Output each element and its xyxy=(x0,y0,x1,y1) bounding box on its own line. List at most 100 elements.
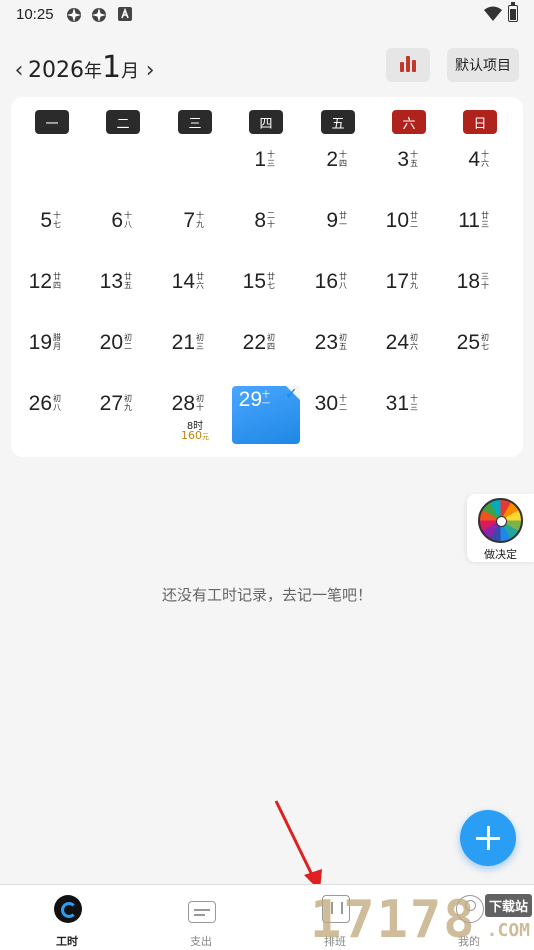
calendar-day[interactable]: 4 十六 xyxy=(450,146,510,198)
day-number: 3 xyxy=(397,148,409,171)
check-icon: ✓ xyxy=(284,384,298,403)
calendar-day[interactable]: 27 初九 xyxy=(93,390,153,442)
decide-label: 做决定 xyxy=(484,548,517,561)
lunar-date: 十二 xyxy=(339,394,347,412)
day-number: 1 xyxy=(254,148,266,171)
lunar-date: 廿五 xyxy=(124,272,132,290)
day-number: 24 xyxy=(385,331,409,354)
month-label[interactable]: 1 xyxy=(102,50,121,85)
calendar-day[interactable]: 18 三十 xyxy=(450,268,510,320)
calendar-day[interactable]: 16 廿八 xyxy=(308,268,368,320)
day-number: 14 xyxy=(171,270,195,293)
month-navigator: ‹ 2026 年 1 月 › xyxy=(12,50,157,85)
day-number: 23 xyxy=(314,331,338,354)
calendar-day[interactable]: 12 廿四 xyxy=(22,268,82,320)
project-selector-button[interactable]: 默认项目 xyxy=(447,48,519,82)
calendar-day[interactable]: 28 初十 8时 160元 xyxy=(165,390,225,442)
calendar-day[interactable]: 14 廿六 xyxy=(165,268,225,320)
calendar-day[interactable]: 24 初六 xyxy=(379,329,439,381)
calendar-day[interactable]: 8 二十 xyxy=(236,207,296,259)
day-number: 6 xyxy=(111,209,123,232)
day-number: 25 xyxy=(456,331,480,354)
day-number: 16 xyxy=(314,270,338,293)
tab-expense[interactable]: 支出 xyxy=(166,893,236,948)
lunar-date: 十六 xyxy=(481,150,489,168)
tab-label: 工时 xyxy=(56,935,78,948)
lunar-date: 十九 xyxy=(196,211,204,229)
lunar-date: 廿四 xyxy=(53,272,61,290)
calendar-day-selected[interactable]: ✓ 29 十一 xyxy=(232,384,300,444)
lunar-date: 初九 xyxy=(124,394,132,412)
lunar-date: 十八 xyxy=(124,211,132,229)
tab-mine[interactable]: 我的 xyxy=(434,893,504,948)
mine-icon xyxy=(456,895,484,923)
day-number: 28 xyxy=(171,392,195,415)
day-number: 20 xyxy=(99,331,123,354)
calendar-day[interactable]: 20 初二 xyxy=(93,329,153,381)
calendar-day[interactable]: 1 十三 xyxy=(236,146,296,198)
schedule-icon xyxy=(322,895,350,923)
status-time: 10:25 xyxy=(16,6,54,23)
tab-worktime[interactable]: 工时 xyxy=(32,893,102,948)
calendar-day[interactable]: 19 腊月 xyxy=(22,329,82,381)
amount-unit: 元 xyxy=(202,433,209,441)
decide-button[interactable]: 做决定 xyxy=(467,494,534,562)
amount-value: 160 xyxy=(181,429,202,442)
statistics-button[interactable] xyxy=(386,48,430,82)
lunar-date: 二十 xyxy=(267,211,275,229)
day-number: 9 xyxy=(326,209,338,232)
day-number: 31 xyxy=(385,392,409,415)
day-number: 5 xyxy=(40,209,52,232)
day-number: 26 xyxy=(28,392,52,415)
day-number: 17 xyxy=(385,270,409,293)
year-unit: 年 xyxy=(84,61,102,82)
lunar-date: 腊月 xyxy=(53,333,61,351)
year-label[interactable]: 2026 xyxy=(28,58,84,83)
calendar-day[interactable]: 11 廿三 xyxy=(450,207,510,259)
calendar-day[interactable]: 7 十九 xyxy=(165,207,225,259)
lunar-date: 十一 xyxy=(262,390,270,408)
calendar-day[interactable]: 31 十三 xyxy=(379,390,439,442)
calendar-day[interactable]: 5 十七 xyxy=(22,207,82,259)
weekday-header: 三 xyxy=(178,110,212,134)
calendar-day[interactable]: 13 廿五 xyxy=(93,268,153,320)
calendar-day[interactable]: 26 初八 xyxy=(22,390,82,442)
lunar-date: 初五 xyxy=(339,333,347,351)
calendar-day[interactable]: 9 廿一 xyxy=(308,207,368,259)
lunar-date: 廿八 xyxy=(339,272,347,290)
bar-chart-icon-bar xyxy=(412,60,416,72)
tab-label: 排班 xyxy=(324,935,346,948)
lunar-date: 初八 xyxy=(53,394,61,412)
calendar-day[interactable]: 21 初三 xyxy=(165,329,225,381)
calendar-day[interactable]: 25 初七 xyxy=(450,329,510,381)
calendar-day[interactable]: 17 廿九 xyxy=(379,268,439,320)
weekday-header: 六 xyxy=(392,110,426,134)
lunar-date: 初七 xyxy=(481,333,489,351)
calendar-day[interactable]: 15 廿七 xyxy=(236,268,296,320)
calendar-day[interactable]: 22 初四 xyxy=(236,329,296,381)
lunar-date: 廿二 xyxy=(410,211,418,229)
calendar-day[interactable]: 10 廿二 xyxy=(379,207,439,259)
calendar-day[interactable]: 3 十五 xyxy=(379,146,439,198)
bottom-navigation: 工时 支出 排班 我的 xyxy=(0,884,534,950)
lunar-date: 初十 xyxy=(196,394,204,412)
calendar-day[interactable]: 30 十二 xyxy=(308,390,368,442)
lunar-date: 初六 xyxy=(410,333,418,351)
tab-label: 支出 xyxy=(190,935,212,948)
day-number: 2 xyxy=(326,148,338,171)
day-number: 10 xyxy=(385,209,409,232)
day-number: 19 xyxy=(28,331,52,354)
add-record-button[interactable] xyxy=(460,810,516,866)
calendar-day[interactable]: 6 十八 xyxy=(93,207,153,259)
weekday-header: 日 xyxy=(463,110,497,134)
prev-month-icon[interactable]: ‹ xyxy=(12,58,26,83)
calendar-day[interactable]: 23 初五 xyxy=(308,329,368,381)
day-number: 27 xyxy=(99,392,123,415)
weekday-header: 一 xyxy=(35,110,69,134)
next-month-icon[interactable]: › xyxy=(143,58,157,83)
day-number: 7 xyxy=(183,209,195,232)
lunar-date: 廿六 xyxy=(196,272,204,290)
tab-schedule[interactable]: 排班 xyxy=(300,893,370,948)
expense-icon xyxy=(188,901,216,923)
calendar-day[interactable]: 2 十四 xyxy=(308,146,368,198)
